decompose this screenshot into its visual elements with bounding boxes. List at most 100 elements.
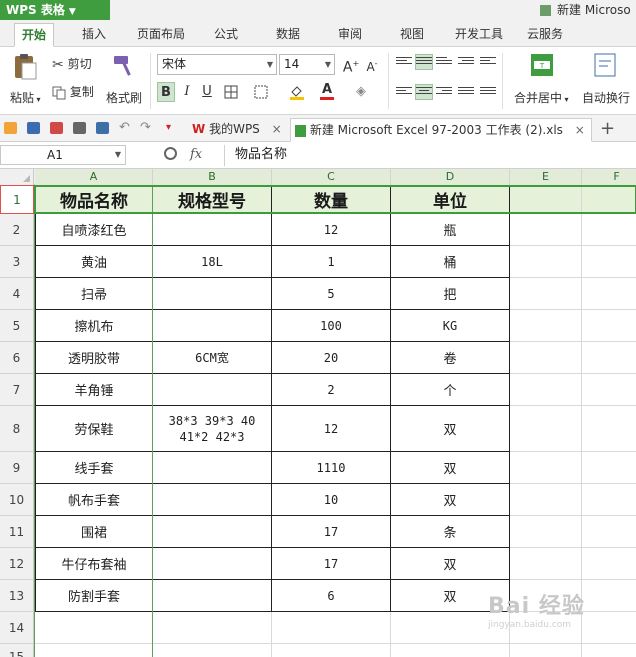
row-header[interactable]: 3 <box>0 246 34 278</box>
table-cell[interactable]: KG <box>391 310 510 342</box>
empty-cell[interactable] <box>582 374 636 406</box>
empty-cell[interactable] <box>582 612 636 644</box>
table-cell[interactable]: 18L <box>153 246 272 278</box>
border-icon[interactable] <box>222 82 240 102</box>
table-cell[interactable]: 双 <box>391 452 510 484</box>
empty-cell[interactable] <box>582 246 636 278</box>
table-cell[interactable] <box>153 374 272 406</box>
table-cell[interactable]: 擦机布 <box>35 310 153 342</box>
table-cell[interactable] <box>153 516 272 548</box>
row-header[interactable]: 8 <box>0 406 34 452</box>
table-cell[interactable] <box>153 278 272 310</box>
row-header[interactable]: 10 <box>0 484 34 516</box>
insert-function-button[interactable]: fx <box>190 147 202 162</box>
table-cell[interactable]: 6 <box>272 580 391 612</box>
row-header[interactable]: 12 <box>0 548 34 580</box>
header-cell[interactable]: 数量 <box>272 185 391 214</box>
wrap-text-button[interactable]: 自动换行 <box>580 53 634 109</box>
italic-button[interactable]: I <box>178 82 196 102</box>
align-top-icon[interactable] <box>396 55 412 69</box>
font-size-select[interactable]: 14 ▼ <box>279 54 335 75</box>
copy-button[interactable]: 复制 <box>52 83 94 100</box>
empty-cell[interactable] <box>510 342 582 374</box>
table-cell[interactable]: 100 <box>272 310 391 342</box>
empty-cell[interactable] <box>510 214 582 246</box>
empty-cell[interactable] <box>153 644 272 657</box>
fill-color-icon[interactable] <box>288 82 306 102</box>
align-center-icon[interactable] <box>415 84 433 100</box>
tab-my-wps[interactable]: W 我的WPS × <box>188 118 284 142</box>
open-folder-icon[interactable] <box>4 122 17 134</box>
select-all-button[interactable] <box>0 169 34 185</box>
table-cell[interactable]: 线手套 <box>35 452 153 484</box>
empty-cell[interactable] <box>510 374 582 406</box>
format-painter-button[interactable]: 格式刷 <box>106 53 146 109</box>
empty-cell[interactable] <box>35 612 153 644</box>
empty-cell[interactable] <box>510 310 582 342</box>
column-header-d[interactable]: D <box>391 169 510 185</box>
outdent-icon[interactable] <box>480 55 496 69</box>
cell-style-icon[interactable] <box>252 82 270 102</box>
table-cell[interactable]: 6CM宽 <box>153 342 272 374</box>
column-header-c[interactable]: C <box>272 169 391 185</box>
row-header[interactable]: 11 <box>0 516 34 548</box>
close-icon[interactable]: × <box>272 122 282 136</box>
table-cell[interactable]: 牛仔布套袖 <box>35 548 153 580</box>
indent-icon[interactable] <box>458 55 474 69</box>
tab-data[interactable]: 数据 <box>268 23 308 47</box>
name-box[interactable]: A1 ▼ <box>0 145 126 165</box>
empty-cell[interactable] <box>510 278 582 310</box>
empty-cell[interactable] <box>510 548 582 580</box>
table-cell[interactable]: 桶 <box>391 246 510 278</box>
empty-cell[interactable] <box>582 185 636 214</box>
table-cell[interactable]: 把 <box>391 278 510 310</box>
row-header[interactable]: 15 <box>0 644 34 657</box>
zoom-icon[interactable] <box>164 147 177 160</box>
empty-cell[interactable] <box>272 612 391 644</box>
table-cell[interactable]: 1110 <box>272 452 391 484</box>
row-header[interactable]: 14 <box>0 612 34 644</box>
row-header[interactable]: 13 <box>0 580 34 612</box>
table-cell[interactable]: 双 <box>391 548 510 580</box>
table-cell[interactable]: 双 <box>391 484 510 516</box>
table-cell[interactable]: 20 <box>272 342 391 374</box>
table-cell[interactable] <box>153 310 272 342</box>
table-cell[interactable]: 2 <box>272 374 391 406</box>
table-cell[interactable]: 12 <box>272 214 391 246</box>
table-cell[interactable]: 17 <box>272 548 391 580</box>
cut-button[interactable]: ✂ 剪切 <box>52 55 92 73</box>
column-header-e[interactable]: E <box>510 169 582 185</box>
tab-review[interactable]: 审阅 <box>330 23 370 47</box>
row-header[interactable]: 9 <box>0 452 34 484</box>
column-header-a[interactable]: A <box>35 169 153 185</box>
align-middle-icon[interactable] <box>415 54 433 70</box>
column-header-b[interactable]: B <box>153 169 272 185</box>
align-right-icon[interactable] <box>436 85 452 99</box>
print-preview-icon[interactable] <box>96 122 109 134</box>
empty-cell[interactable] <box>272 644 391 657</box>
header-cell[interactable]: 规格型号 <box>153 185 272 214</box>
decrease-font-icon[interactable]: A- <box>363 54 381 74</box>
clear-format-icon[interactable]: ◈ <box>352 82 370 102</box>
row-header[interactable]: 5 <box>0 310 34 342</box>
justify-icon[interactable] <box>458 85 474 99</box>
table-cell[interactable]: 17 <box>272 516 391 548</box>
tab-page-layout[interactable]: 页面布局 <box>132 23 190 47</box>
save-icon[interactable] <box>27 122 40 134</box>
table-cell[interactable]: 透明胶带 <box>35 342 153 374</box>
font-name-select[interactable]: 宋体 ▼ <box>157 54 277 75</box>
table-cell[interactable]: 条 <box>391 516 510 548</box>
app-menu-button[interactable]: WPS 表格 ▼ <box>0 0 110 20</box>
table-cell[interactable]: 自喷漆红色 <box>35 214 153 246</box>
table-cell[interactable]: 卷 <box>391 342 510 374</box>
table-cell[interactable]: 防割手套 <box>35 580 153 612</box>
distribute-icon[interactable] <box>480 85 496 99</box>
empty-cell[interactable] <box>510 516 582 548</box>
empty-cell[interactable] <box>582 214 636 246</box>
empty-cell[interactable] <box>582 484 636 516</box>
row-header[interactable]: 2 <box>0 214 34 246</box>
table-cell[interactable]: 1 <box>272 246 391 278</box>
table-cell[interactable]: 羊角锤 <box>35 374 153 406</box>
paste-button[interactable]: 粘贴 ▾ <box>10 53 41 109</box>
print-icon[interactable] <box>73 122 86 134</box>
